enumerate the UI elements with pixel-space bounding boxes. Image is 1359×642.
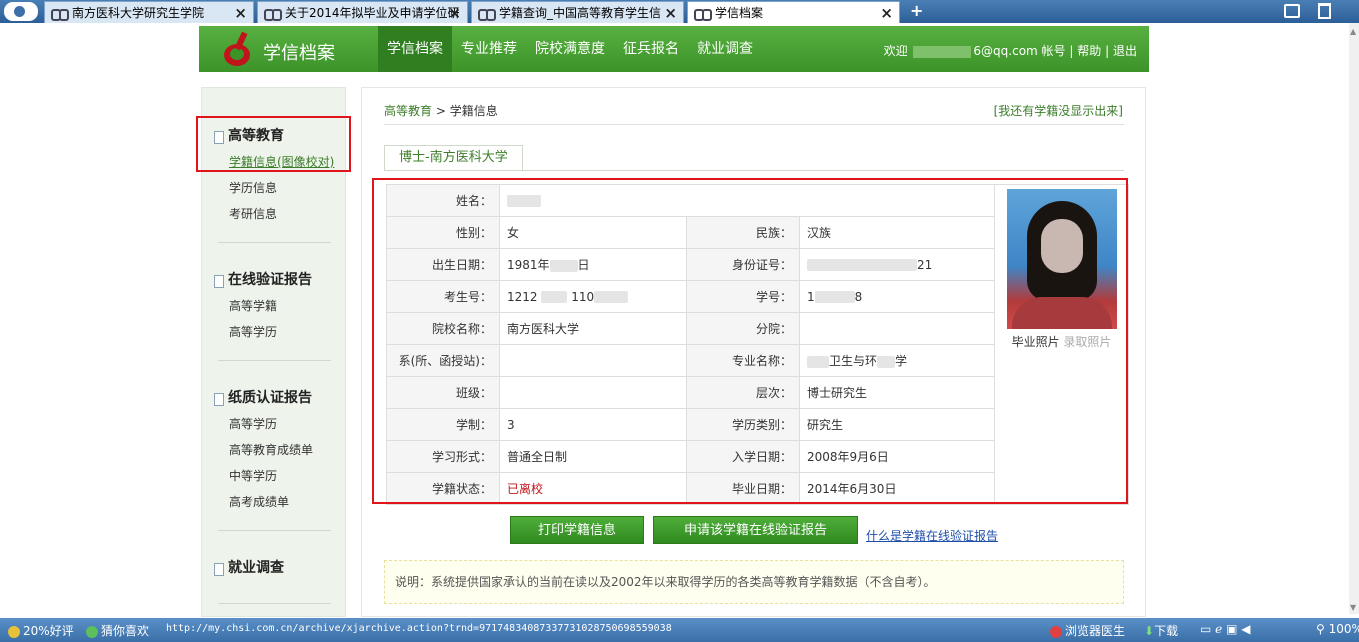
sidebar-item-higher-status[interactable]: 高等学籍 — [229, 297, 277, 314]
breadcrumb-separator: > — [432, 104, 450, 118]
sidebar-section-employment[interactable]: 就业调查 — [214, 557, 284, 577]
blurred-email — [913, 45, 972, 58]
page-icon — [478, 8, 496, 21]
tab-title: 关于2014年拟毕业及申请学位研 — [285, 6, 460, 20]
nav-school-satisfaction[interactable]: 院校满意度 — [526, 26, 614, 72]
browser-status-bar: 20%好评 猜你喜欢 http://my.chsi.com.cn/archive… — [0, 618, 1359, 642]
apply-verification-report-button[interactable]: 申请该学籍在线验证报告 — [653, 516, 858, 544]
section-title: 纸质认证报告 — [228, 390, 312, 406]
divider — [218, 242, 331, 243]
browser-menu-icon[interactable] — [4, 2, 38, 21]
highlight-box — [372, 178, 1128, 504]
section-title: 在线验证报告 — [228, 272, 312, 288]
new-tab-icon[interactable]: + — [910, 1, 923, 20]
main-nav: 学信档案 专业推荐 院校满意度 征兵报名 就业调查 — [378, 26, 762, 72]
download-text: 下载 — [1154, 624, 1179, 638]
user-area: 欢迎 6@qq.com 帐号 | 帮助 | 退出 — [884, 42, 1137, 59]
logo-icon — [221, 31, 255, 66]
sidebar-item-paper-higher-degree[interactable]: 高等学历 — [229, 415, 277, 432]
divider — [384, 124, 1124, 125]
divider — [218, 360, 331, 361]
toolbar-icons: ▭ ℯ ▣ ◀ — [1200, 622, 1251, 636]
doctor-item[interactable]: 浏览器医生 — [1050, 622, 1125, 639]
sidebar-item-gaokao-scores[interactable]: 高考成绩单 — [229, 493, 289, 510]
status-url: http://my.chsi.com.cn/archive/xjarchive.… — [166, 623, 672, 634]
what-is-report-link[interactable]: 什么是学籍在线验证报告 — [866, 527, 998, 544]
sidebar-item-higher-degree[interactable]: 高等学历 — [229, 323, 277, 340]
medical-icon — [1050, 625, 1062, 638]
breadcrumb-current: 学籍信息 — [449, 104, 498, 118]
tab-title: 南方医科大学研究生学院 — [72, 6, 205, 20]
tab-school-record[interactable]: 博士-南方医科大学 — [384, 145, 523, 171]
separator: | — [1069, 44, 1074, 58]
tab-archive[interactable]: 学信档案 × — [687, 1, 900, 23]
welcome-text: 欢迎 — [883, 44, 908, 58]
breadcrumb-home[interactable]: 高等教育 — [384, 104, 432, 118]
site-header: 学信档案 学信档案 专业推荐 院校满意度 征兵报名 就业调查 欢迎 6@qq.c… — [199, 26, 1149, 72]
screen-icon[interactable]: ▣ — [1226, 622, 1237, 636]
sidebar-section-paper-report: 纸质认证报告 — [214, 387, 312, 407]
breadcrumb: 高等教育 > 学籍信息 — [384, 102, 498, 119]
divider — [384, 170, 1124, 171]
scroll-up-icon[interactable]: ▲ — [1350, 27, 1356, 36]
window-restore-icon[interactable] — [1284, 4, 1300, 18]
scroll-down-icon[interactable]: ▼ — [1350, 603, 1356, 612]
logout-link[interactable]: 退出 — [1113, 44, 1137, 58]
sidebar-item-postgrad-exam[interactable]: 考研信息 — [229, 205, 277, 222]
rating-text: 20%好评 — [23, 624, 74, 638]
user-email: 6@qq.com — [973, 44, 1038, 58]
smile-icon — [8, 625, 20, 638]
download-item[interactable]: ⬇下载 — [1144, 622, 1178, 639]
zoom-icon: ⚲ — [1316, 622, 1325, 636]
tab-title: 学信档案 — [715, 6, 764, 20]
help-link[interactable]: 帮助 — [1077, 44, 1101, 58]
guess-text: 猜你喜欢 — [101, 624, 150, 638]
highlight-box — [196, 116, 351, 172]
note-box: 说明：系统提供国家承认的当前在读以及2002年以来取得学历的各类高等教育学籍数据… — [384, 560, 1124, 604]
trash-icon[interactable] — [1318, 3, 1331, 19]
zoom-text: 100% — [1328, 622, 1359, 636]
document-icon — [214, 274, 224, 288]
doctor-text: 浏览器医生 — [1065, 624, 1126, 638]
print-status-button[interactable]: 打印学籍信息 — [510, 516, 644, 544]
tab-degree-notice[interactable]: 关于2014年拟毕业及申请学位研 × — [257, 1, 468, 23]
separator: | — [1105, 44, 1110, 58]
page-icon — [694, 8, 712, 21]
nav-archive[interactable]: 学信档案 — [378, 26, 452, 72]
sidebar-item-transcript[interactable]: 高等教育成绩单 — [229, 441, 313, 458]
window-icon[interactable]: ▭ — [1200, 622, 1211, 636]
sidebar-item-degree-info[interactable]: 学历信息 — [229, 179, 277, 196]
guess-item[interactable]: 猜你喜欢 — [86, 622, 149, 639]
site-title: 学信档案 — [263, 43, 335, 64]
account-link[interactable]: 帐号 — [1042, 44, 1066, 58]
sidebar-section-online-report: 在线验证报告 — [214, 269, 312, 289]
page-icon — [51, 8, 69, 21]
speaker-icon[interactable]: ◀ — [1241, 622, 1250, 636]
zoom-item[interactable]: ⚲ 100% — [1316, 622, 1359, 636]
missing-record-link[interactable]: [我还有学籍没显示出来] — [994, 102, 1123, 119]
section-title: 就业调查 — [228, 560, 284, 576]
close-icon[interactable]: × — [880, 4, 893, 22]
document-icon — [214, 392, 224, 406]
scrollbar[interactable]: ▲ ▼ — [1349, 23, 1359, 614]
ie-icon[interactable]: ℯ — [1215, 622, 1222, 636]
document-icon — [214, 562, 224, 576]
divider — [218, 530, 331, 531]
tab-graduate-school[interactable]: 南方医科大学研究生学院 × — [44, 1, 254, 23]
close-icon[interactable]: × — [234, 4, 247, 22]
nav-enlistment[interactable]: 征兵报名 — [614, 26, 688, 72]
tab-title: 学籍查询_中国高等教育学生信 — [499, 6, 662, 20]
sidebar-item-secondary-degree[interactable]: 中等学历 — [229, 467, 277, 484]
globe-icon — [86, 625, 98, 638]
browser-tab-bar: 南方医科大学研究生学院 × 关于2014年拟毕业及申请学位研 × 学籍查询_中国… — [0, 0, 1359, 23]
tab-status-query[interactable]: 学籍查询_中国高等教育学生信 × — [471, 1, 684, 23]
nav-major-recommend[interactable]: 专业推荐 — [452, 26, 526, 72]
close-icon[interactable]: × — [664, 4, 677, 22]
rating-item[interactable]: 20%好评 — [8, 622, 74, 639]
page-icon — [264, 8, 282, 21]
nav-employment-survey[interactable]: 就业调查 — [688, 26, 762, 72]
close-icon[interactable]: × — [448, 4, 461, 22]
download-icon: ⬇ — [1144, 624, 1155, 638]
divider — [218, 603, 331, 604]
